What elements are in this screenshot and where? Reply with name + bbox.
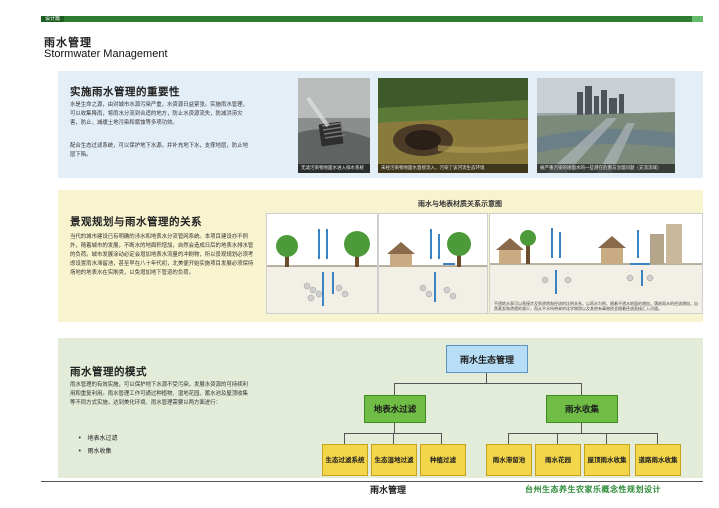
- tree-connector: [508, 433, 509, 444]
- section-importance-para1: 水是生命之源，由对城市水源污染严重，水资源日益紧张。实施雨水管理，可以收集降雨，…: [70, 102, 248, 126]
- diagram-low-density: [378, 213, 488, 314]
- tree-leaf-wetland-filter: 生态湿地过滤: [371, 444, 417, 476]
- tree-connector: [657, 433, 658, 444]
- diagram-natural-ground: [266, 213, 378, 314]
- footer-project-title: 台州生态养生农家乐概念性规划设计: [525, 484, 661, 494]
- top-bar-accent: [692, 16, 703, 22]
- tree-connector: [508, 433, 658, 434]
- section-importance-heading: 实施雨水管理的重要性: [70, 86, 180, 98]
- tree-connector: [393, 433, 394, 444]
- page-title-en: Stormwater Management: [44, 48, 168, 60]
- section-modes-heading: 雨水管理的模式: [70, 366, 147, 378]
- tree-connector: [606, 433, 607, 444]
- tree-root-node: 雨水生态管理: [446, 345, 528, 373]
- section-landscape-para: 当代的城市建设已有明确的涉水和地表水分流管网系统。本项目建设亦不例外，随着城市的…: [70, 234, 254, 276]
- tree-leaf-road-collection: 道路雨水收集: [635, 444, 681, 476]
- section-landscape-heading: 景观规划与雨水管理的关系: [70, 216, 202, 228]
- tree-connector: [441, 433, 442, 444]
- tree-node-surface-filtration: 地表水过滤: [364, 395, 426, 423]
- section-modes-para: 雨水管理的有效实施，可以保护地下水源不受污染，发展水资源的可持续利用和重复利用。…: [70, 382, 248, 406]
- top-bar: [41, 16, 703, 22]
- tree-leaf-retention-pond: 雨水滞留池: [486, 444, 532, 476]
- photo-storm-drain: 无滤污染物地面水进入排水系统: [298, 78, 370, 173]
- photo-caption: 无滤污染物地面水进入排水系统: [298, 164, 370, 173]
- modes-bullet-list: 地表水过滤 雨水收集: [78, 432, 118, 458]
- tree-connector: [581, 383, 582, 395]
- bullet-item: 雨水收集: [78, 445, 118, 458]
- tree-connector: [394, 383, 395, 395]
- photo-caption: 被严重污染的地面水的一些潜在危害与治理问题（支流流域）: [537, 164, 675, 173]
- tree-leaf-rain-garden: 雨水花园: [535, 444, 581, 476]
- tree-connector: [557, 433, 558, 444]
- footer-section-title: 雨水管理: [370, 486, 407, 496]
- section-importance-para2: 配合生态过滤系统，可以保护地下水源，并补充地下水，支撑地层，防止地层下陷。: [70, 143, 248, 158]
- photo-polluted-river: 未经污染物地面水直接流入，污染了该河流生态环境: [378, 78, 528, 173]
- tree-connector: [394, 383, 582, 384]
- tree-connector: [344, 433, 345, 444]
- photo-caption: 未经污染物地面水直接流入，污染了该河流生态环境: [378, 164, 528, 173]
- tree-node-rain-collection: 雨水收集: [546, 395, 618, 423]
- diagram-title: 雨水与地表材质关系示意图: [418, 199, 502, 208]
- top-bar-tag: 设计篇: [41, 16, 65, 22]
- tree-leaf-eco-filter-system: 生态过滤系统: [322, 444, 368, 476]
- diagram-urban-comparison: 不透地水表可以直接涉及到渗透和径流的比例关系。以雨水为例，随着不透水地面的增加，…: [489, 213, 703, 314]
- photo-flooded-city: 被严重污染的地面水的一些潜在危害与治理问题（支流流域）: [537, 78, 675, 173]
- diagram-note: 不透地水表可以直接涉及到渗透和径流的比例关系。以雨水为例，随着不透水地面的增加，…: [494, 301, 698, 311]
- footer-divider: [41, 481, 703, 482]
- tree-leaf-roof-collection: 屋顶雨水收集: [584, 444, 630, 476]
- tree-leaf-planting-filter: 种植过滤: [420, 444, 466, 476]
- bullet-item: 地表水过滤: [78, 432, 118, 445]
